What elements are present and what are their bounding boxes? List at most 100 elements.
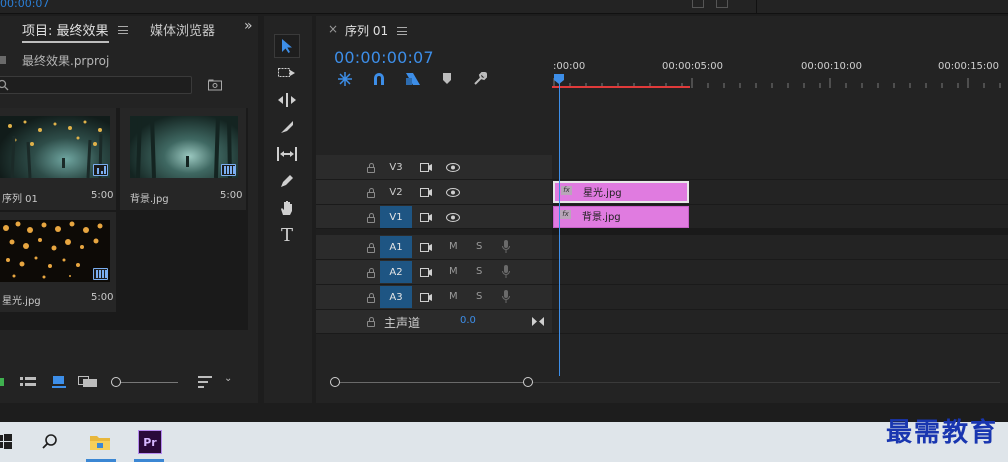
slip-tool-icon[interactable] xyxy=(274,142,300,166)
image-badge-icon xyxy=(221,164,236,176)
playhead-timecode[interactable]: 00:00:00:07 xyxy=(334,48,434,67)
zoom-slider-handle[interactable] xyxy=(111,377,121,387)
sync-lock-icon[interactable] xyxy=(420,293,432,302)
mute-button[interactable]: M xyxy=(449,241,458,252)
item-name: 背景.jpg xyxy=(130,194,169,205)
search-icon[interactable] xyxy=(38,430,62,454)
timeline-settings-icon[interactable] xyxy=(473,72,487,86)
playhead-line[interactable] xyxy=(559,82,560,376)
microphone-icon[interactable] xyxy=(502,240,510,253)
premiere-pro-icon[interactable]: Pr xyxy=(138,430,162,454)
linked-selection-icon[interactable] xyxy=(405,72,421,86)
ruler-label: :00:00 xyxy=(553,61,586,72)
nest-icon[interactable] xyxy=(338,72,352,86)
share-icon[interactable] xyxy=(716,0,728,8)
microphone-icon[interactable] xyxy=(502,290,510,303)
eye-icon[interactable] xyxy=(446,213,460,222)
track-name[interactable]: A2 xyxy=(380,261,412,283)
timeline-panel: × 序列 01 00:00:00:07 :00:00 00:00:05:00 0… xyxy=(316,16,1008,403)
lock-icon[interactable] xyxy=(367,213,375,223)
list-view-icon[interactable] xyxy=(20,376,36,388)
more-panels-icon[interactable]: » xyxy=(244,18,253,34)
timeline-scrollbar-thumb[interactable] xyxy=(335,382,529,383)
bin-item-sequence[interactable]: 序列 01 5:00 xyxy=(0,108,116,210)
solo-button[interactable]: S xyxy=(476,266,482,277)
bin-item-stars[interactable]: 星光.jpg 5:00 xyxy=(0,212,116,312)
track-select-tool-icon[interactable] xyxy=(274,61,300,85)
tab-media-browser[interactable]: 媒体浏览器 xyxy=(150,20,215,39)
panel-menu-icon[interactable] xyxy=(118,26,128,34)
search-input[interactable] xyxy=(0,76,192,94)
scroll-handle-left[interactable] xyxy=(330,377,340,387)
lock-icon[interactable] xyxy=(367,293,375,303)
solo-button[interactable]: S xyxy=(476,291,482,302)
taskbar: Pr xyxy=(0,422,1008,462)
file-explorer-icon[interactable] xyxy=(88,430,112,454)
sequence-tab[interactable]: 序列 01 xyxy=(345,22,388,39)
sync-lock-icon[interactable] xyxy=(420,213,432,222)
sequence-badge-icon xyxy=(93,164,108,176)
icon-view-icon[interactable] xyxy=(52,376,66,388)
track-row-a3: A3 M S xyxy=(316,285,1008,310)
timeline-menu-icon[interactable] xyxy=(397,27,407,35)
pen-tool-icon[interactable] xyxy=(274,169,300,193)
selection-tool-icon[interactable] xyxy=(274,34,300,58)
lock-icon[interactable] xyxy=(367,188,375,198)
sync-lock-icon[interactable] xyxy=(420,268,432,277)
work-area-bar[interactable] xyxy=(552,86,690,88)
lock-icon[interactable] xyxy=(367,163,375,173)
background-thumbnail xyxy=(130,116,238,178)
sync-lock-icon[interactable] xyxy=(420,188,432,197)
fx-badge-icon: fx xyxy=(561,186,572,195)
lock-icon[interactable] xyxy=(367,317,375,327)
zoom-slider-track[interactable] xyxy=(116,382,178,383)
sync-lock-icon[interactable] xyxy=(420,243,432,252)
sync-lock-icon[interactable] xyxy=(420,163,432,172)
project-icon xyxy=(0,56,6,64)
microphone-icon[interactable] xyxy=(502,265,510,278)
stars-thumbnail xyxy=(0,220,110,282)
add-marker-icon[interactable] xyxy=(442,73,452,85)
track-name[interactable]: A3 xyxy=(380,286,412,308)
ripple-edit-tool-icon[interactable] xyxy=(274,88,300,112)
lock-icon[interactable] xyxy=(367,268,375,278)
new-search-bin-icon[interactable] xyxy=(208,79,222,91)
master-volume-value[interactable]: 0.0 xyxy=(460,315,476,326)
mute-button[interactable]: M xyxy=(449,266,458,277)
track-row-master: 主声道 0.0 xyxy=(316,310,1008,334)
clip-stars[interactable]: fx 星光.jpg xyxy=(553,181,689,203)
mute-button[interactable]: M xyxy=(449,291,458,302)
hand-tool-icon[interactable] xyxy=(274,196,300,220)
scroll-handle-right[interactable] xyxy=(523,377,533,387)
lock-icon[interactable] xyxy=(367,243,375,253)
eye-icon[interactable] xyxy=(446,188,460,197)
solo-button[interactable]: S xyxy=(476,241,482,252)
track-row-a2: A2 M S xyxy=(316,260,1008,285)
razor-tool-icon[interactable] xyxy=(274,115,300,139)
tab-project[interactable]: 项目: 最终效果 xyxy=(22,20,109,43)
track-row-v3: V3 xyxy=(316,155,1008,180)
track-name[interactable]: V1 xyxy=(380,206,412,228)
item-duration: 5:00 xyxy=(220,190,243,201)
item-duration: 5:00 xyxy=(91,292,114,303)
lock-toggle-icon[interactable] xyxy=(0,378,4,386)
close-tab-icon[interactable]: × xyxy=(328,22,338,36)
freeform-view-icon[interactable] xyxy=(78,376,98,388)
clip-background[interactable]: fx 背景.jpg xyxy=(553,206,689,228)
eye-icon[interactable] xyxy=(446,163,460,172)
sort-icon[interactable] xyxy=(198,376,214,388)
track-name[interactable]: V2 xyxy=(380,181,412,203)
snap-icon[interactable] xyxy=(372,72,386,86)
track-row-v2: V2 fx 星光.jpg xyxy=(316,180,1008,205)
project-file-name: 最终效果.prproj xyxy=(22,54,110,68)
sort-dropdown-icon[interactable]: ⌄ xyxy=(224,373,232,384)
type-tool-icon[interactable]: T xyxy=(274,223,300,247)
track-name[interactable]: A1 xyxy=(380,236,412,258)
bin-content: 序列 01 5:00 背景.jpg 5:00 星光.jpg 5:00 xyxy=(0,108,248,330)
export-frame-icon[interactable] xyxy=(692,0,704,8)
track-name[interactable]: V3 xyxy=(380,156,412,178)
bin-item-background[interactable]: 背景.jpg 5:00 xyxy=(120,108,246,210)
windows-start-icon[interactable] xyxy=(0,430,16,454)
divider xyxy=(756,0,757,14)
go-to-edit-icon[interactable] xyxy=(532,317,544,326)
